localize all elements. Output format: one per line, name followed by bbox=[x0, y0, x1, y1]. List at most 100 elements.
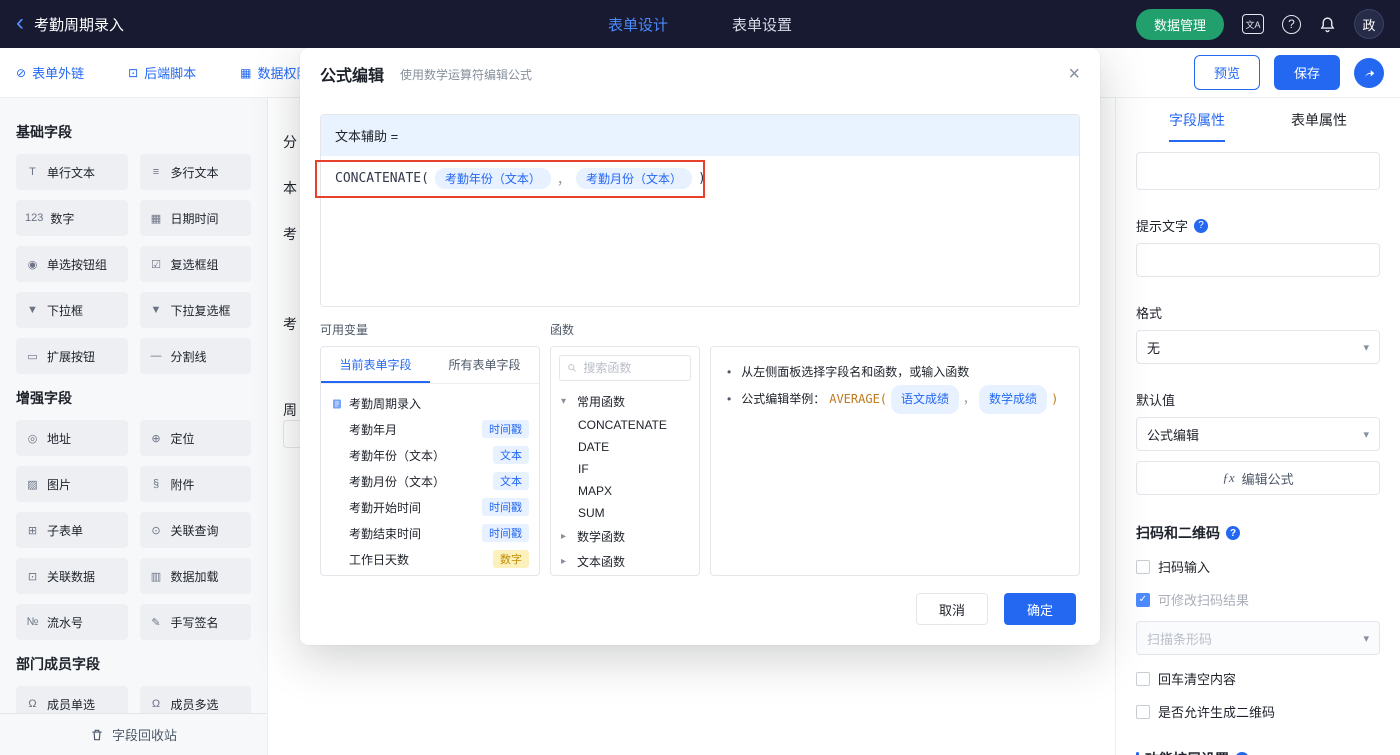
tree-root-form[interactable]: 考勤周期录入 bbox=[331, 392, 529, 416]
field-button-multi-dropdown[interactable]: ▼ 下拉复选框 bbox=[139, 292, 251, 328]
checkbox-checked-icon bbox=[1136, 592, 1150, 607]
field-recycle-bin[interactable]: 字段回收站 bbox=[0, 713, 267, 755]
function-group-text[interactable]: ▸ 文本函数 bbox=[561, 549, 689, 574]
variable-item[interactable]: 考勤年月 时间戳 bbox=[331, 416, 529, 442]
tab-field-properties[interactable]: 字段属性 bbox=[1169, 110, 1225, 142]
help-icon[interactable]: ? bbox=[1282, 14, 1301, 34]
link-form-external[interactable]: ⊘ 表单外链 bbox=[16, 63, 84, 82]
format-value: 无 bbox=[1147, 340, 1161, 356]
close-icon[interactable]: × bbox=[1068, 64, 1080, 84]
function-search-input[interactable] bbox=[583, 361, 683, 375]
location-icon: ⊕ bbox=[151, 432, 161, 445]
link-icon: ⊘ bbox=[16, 65, 27, 80]
scan-barcode-select[interactable]: 扫描条形码 ▾ bbox=[1136, 621, 1380, 655]
extension-section-header: 功能扩展设置 ? bbox=[1136, 749, 1380, 755]
variable-item[interactable]: 考勤年份（文本） 文本 bbox=[331, 442, 529, 468]
field-label: 定位 bbox=[170, 431, 195, 446]
type-badge: 文本 bbox=[493, 472, 529, 490]
tab-form-properties[interactable]: 表单属性 bbox=[1291, 110, 1347, 142]
field-button-attachment[interactable]: § 附件 bbox=[139, 466, 251, 502]
tab-form-design[interactable]: 表单设计 bbox=[608, 14, 668, 35]
text-icon: T bbox=[29, 166, 36, 178]
checkbox-scan-editable[interactable]: 可修改扫码结果 bbox=[1136, 590, 1380, 609]
field-button-serial-number[interactable]: № 流水号 bbox=[16, 604, 128, 640]
data-manage-button[interactable]: 数据管理 bbox=[1135, 8, 1224, 40]
hint-text-input[interactable] bbox=[1136, 243, 1380, 277]
related-query-icon: ⊙ bbox=[151, 524, 161, 537]
variable-item[interactable]: 考勤开始时间 时间戳 bbox=[331, 494, 529, 520]
field-button-dropdown[interactable]: ▼ 下拉框 bbox=[16, 292, 128, 328]
link-backend-script[interactable]: ⊡ 后端脚本 bbox=[128, 63, 196, 82]
type-badge: 时间戳 bbox=[482, 498, 529, 516]
serial-icon: № bbox=[26, 616, 39, 628]
avatar[interactable]: 政 bbox=[1354, 9, 1384, 39]
field-button-related-data[interactable]: ⊡ 关联数据 bbox=[16, 558, 128, 594]
formula-editor[interactable]: CONCATENATE( 考勤年份（文本） ， 考勤月份（文本） ) bbox=[315, 156, 1079, 306]
function-item[interactable]: MAPX bbox=[561, 480, 689, 502]
address-icon: ◎ bbox=[27, 432, 38, 445]
edit-formula-button[interactable]: ƒx 编辑公式 bbox=[1136, 461, 1380, 495]
translate-icon[interactable]: 文A bbox=[1242, 14, 1264, 34]
formula-field-pill[interactable]: 考勤年份（文本） bbox=[434, 168, 551, 189]
field-label: 分割线 bbox=[170, 349, 207, 364]
function-group-math[interactable]: ▸ 数学函数 bbox=[561, 524, 689, 549]
field-button-divider[interactable]: — 分割线 bbox=[139, 338, 251, 374]
share-icon[interactable] bbox=[1354, 57, 1384, 88]
field-title-input[interactable] bbox=[1136, 152, 1380, 190]
field-label: 附件 bbox=[170, 477, 195, 492]
field-button-subform[interactable]: ⊞ 子表单 bbox=[16, 512, 128, 548]
field-button-related-query[interactable]: ⊙ 关联查询 bbox=[139, 512, 251, 548]
modal-subtitle: 使用数学运算符编辑公式 bbox=[400, 67, 533, 82]
function-item[interactable]: IF bbox=[561, 458, 689, 480]
format-select[interactable]: 无 ▾ bbox=[1136, 330, 1380, 364]
checkbox-allow-qr[interactable]: 是否允许生成二维码 bbox=[1136, 702, 1380, 721]
field-label: 日期时间 bbox=[170, 211, 219, 226]
variable-item[interactable]: 工作日天数 数字 bbox=[331, 546, 529, 572]
field-label: 关联数据 bbox=[47, 569, 96, 584]
field-button-extend-button[interactable]: ▭ 扩展按钮 bbox=[16, 338, 128, 374]
field-button-single-text[interactable]: T 单行文本 bbox=[16, 154, 128, 190]
chevron-right-icon: ▸ bbox=[561, 531, 567, 542]
save-button[interactable]: 保存 bbox=[1273, 55, 1340, 90]
group-label: 文本函数 bbox=[577, 555, 626, 569]
function-item[interactable]: CONCATENATE bbox=[561, 414, 689, 436]
field-button-location[interactable]: ⊕ 定位 bbox=[139, 420, 251, 456]
help-tip-2: 公式编辑举例： AVERAGE( 语文成绩 ， 数学成绩 ) bbox=[727, 385, 1063, 415]
question-circle-icon[interactable]: ? bbox=[1194, 218, 1209, 233]
field-button-datetime[interactable]: ▦ 日期时间 bbox=[139, 200, 251, 236]
formula-field-pill[interactable]: 考勤月份（文本） bbox=[575, 168, 692, 189]
section-enhanced-fields: 增强字段 bbox=[16, 390, 72, 406]
button-icon: ▭ bbox=[27, 350, 38, 363]
notification-bell-icon[interactable] bbox=[1319, 16, 1336, 33]
field-button-radio-group[interactable]: ◉ 单选按钮组 bbox=[16, 246, 128, 282]
field-button-address[interactable]: ◎ 地址 bbox=[16, 420, 128, 456]
field-button-signature[interactable]: ✎ 手写签名 bbox=[139, 604, 251, 640]
field-button-multi-text[interactable]: ≡ 多行文本 bbox=[139, 154, 251, 190]
preview-button[interactable]: 预览 bbox=[1193, 55, 1260, 90]
tab-form-settings[interactable]: 表单设置 bbox=[732, 14, 792, 35]
tab-all-form-fields[interactable]: 所有表单字段 bbox=[430, 347, 539, 383]
function-search-box[interactable] bbox=[559, 355, 691, 381]
question-circle-icon[interactable]: ? bbox=[1226, 526, 1240, 540]
field-button-data-load[interactable]: ▥ 数据加载 bbox=[139, 558, 251, 594]
cancel-button[interactable]: 取消 bbox=[916, 593, 988, 625]
back-icon[interactable]: ‹ bbox=[16, 10, 24, 35]
field-button-number[interactable]: 123 数字 bbox=[16, 200, 128, 236]
field-button-image[interactable]: ▨ 图片 bbox=[16, 466, 128, 502]
multi-dropdown-icon: ▼ bbox=[150, 304, 162, 316]
variable-item[interactable]: 考勤结束时间 时间戳 bbox=[331, 520, 529, 546]
confirm-button[interactable]: 确定 bbox=[1004, 593, 1076, 625]
signature-icon: ✎ bbox=[151, 616, 161, 629]
function-item[interactable]: SUM bbox=[561, 502, 689, 524]
checkbox-scan-input[interactable]: 扫码输入 bbox=[1136, 557, 1380, 576]
variable-name: 考勤结束时间 bbox=[349, 526, 422, 541]
function-group-common[interactable]: ▾ 常用函数 bbox=[561, 389, 689, 414]
function-item[interactable]: DATE bbox=[561, 436, 689, 458]
tab-current-form-fields[interactable]: 当前表单字段 bbox=[321, 347, 430, 383]
divider-icon: — bbox=[150, 350, 162, 362]
checkbox-enter-clear[interactable]: 回车清空内容 bbox=[1136, 669, 1380, 688]
default-value-select[interactable]: 公式编辑 ▾ bbox=[1136, 417, 1380, 451]
field-button-checkbox-group[interactable]: ☑ 复选框组 bbox=[139, 246, 251, 282]
variable-item[interactable]: 考勤月份（文本） 文本 bbox=[331, 468, 529, 494]
example-close-paren: ) bbox=[1051, 392, 1059, 407]
